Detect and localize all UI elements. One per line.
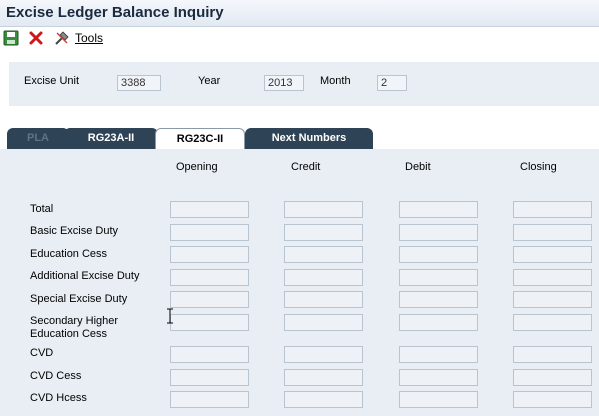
year-field[interactable]: 2013 xyxy=(264,75,304,91)
tab-pla[interactable]: PLA xyxy=(7,128,69,149)
tab-rg23c-ii[interactable]: RG23C-II xyxy=(155,128,245,150)
credit-field-row-4[interactable] xyxy=(284,269,363,286)
debit-field-row-8[interactable] xyxy=(399,369,478,386)
excise-unit-field[interactable]: 3388 xyxy=(117,75,161,91)
opening-field-row-6[interactable] xyxy=(170,314,249,331)
opening-field-row-4[interactable] xyxy=(170,269,249,286)
close-icon[interactable] xyxy=(28,30,44,46)
column-header-opening: Opening xyxy=(176,161,218,173)
text-cursor-icon xyxy=(167,308,173,324)
debit-field-row-1[interactable] xyxy=(399,201,478,218)
tools-icon[interactable] xyxy=(54,30,70,46)
row-label-education-cess: Education Cess xyxy=(30,248,108,260)
closing-field-row-6[interactable] xyxy=(513,314,592,331)
month-label: Month xyxy=(320,75,351,87)
column-header-credit: Credit xyxy=(291,161,321,173)
debit-field-row-6[interactable] xyxy=(399,314,478,331)
credit-field-row-7[interactable] xyxy=(284,346,363,363)
debit-field-row-3[interactable] xyxy=(399,246,478,263)
closing-field-row-2[interactable] xyxy=(513,224,592,241)
closing-field-row-7[interactable] xyxy=(513,346,592,363)
header-panel xyxy=(9,62,599,106)
excise-unit-label: Excise Unit xyxy=(24,75,80,87)
tab-strip: PLA RG23A-II RG23C-II Next Numbers xyxy=(0,128,599,150)
credit-field-row-6[interactable] xyxy=(284,314,363,331)
column-header-closing: Closing xyxy=(520,161,557,173)
column-header-debit: Debit xyxy=(405,161,431,173)
toolbar: Tools xyxy=(0,27,599,49)
window-title: Excise Ledger Balance Inquiry xyxy=(6,4,224,21)
tab-rg23a-ii[interactable]: RG23A-II xyxy=(64,128,158,149)
row-label-basic-excise-duty: Basic Excise Duty xyxy=(30,225,119,237)
row-label-cvd-cess: CVD Cess xyxy=(30,370,82,382)
tools-menu[interactable]: Tools xyxy=(75,31,103,45)
debit-field-row-5[interactable] xyxy=(399,291,478,308)
opening-field-row-5[interactable] xyxy=(170,291,249,308)
row-label-education-cess-2: Education Cess xyxy=(30,328,108,340)
row-label-cvd-hcess: CVD Hcess xyxy=(30,392,87,404)
opening-field-row-8[interactable] xyxy=(170,369,249,386)
opening-field-row-7[interactable] xyxy=(170,346,249,363)
debit-field-row-7[interactable] xyxy=(399,346,478,363)
opening-field-row-3[interactable] xyxy=(170,246,249,263)
credit-field-row-5[interactable] xyxy=(284,291,363,308)
credit-field-row-1[interactable] xyxy=(284,201,363,218)
opening-field-row-1[interactable] xyxy=(170,201,249,218)
row-label-cvd: CVD xyxy=(30,347,54,359)
year-label: Year xyxy=(198,75,221,87)
closing-field-row-8[interactable] xyxy=(513,369,592,386)
credit-field-row-2[interactable] xyxy=(284,224,363,241)
debit-field-row-2[interactable] xyxy=(399,224,478,241)
closing-field-row-1[interactable] xyxy=(513,201,592,218)
debit-field-row-9[interactable] xyxy=(399,391,478,408)
row-label-total: Total xyxy=(30,203,54,215)
row-label-additional-excise-duty: Additional Excise Duty xyxy=(30,270,140,282)
closing-field-row-3[interactable] xyxy=(513,246,592,263)
tab-next-numbers[interactable]: Next Numbers xyxy=(245,128,373,149)
title-bar: Excise Ledger Balance Inquiry xyxy=(0,0,599,27)
credit-field-row-3[interactable] xyxy=(284,246,363,263)
row-label-special-excise-duty: Special Excise Duty xyxy=(30,293,128,305)
debit-field-row-4[interactable] xyxy=(399,269,478,286)
closing-field-row-5[interactable] xyxy=(513,291,592,308)
opening-field-row-2[interactable] xyxy=(170,224,249,241)
month-field[interactable]: 2 xyxy=(377,75,407,91)
closing-field-row-4[interactable] xyxy=(513,269,592,286)
credit-field-row-9[interactable] xyxy=(284,391,363,408)
row-label-secondary-higher: Secondary Higher xyxy=(30,315,119,327)
save-icon[interactable] xyxy=(3,30,19,46)
closing-field-row-9[interactable] xyxy=(513,391,592,408)
opening-field-row-9[interactable] xyxy=(170,391,249,408)
credit-field-row-8[interactable] xyxy=(284,369,363,386)
